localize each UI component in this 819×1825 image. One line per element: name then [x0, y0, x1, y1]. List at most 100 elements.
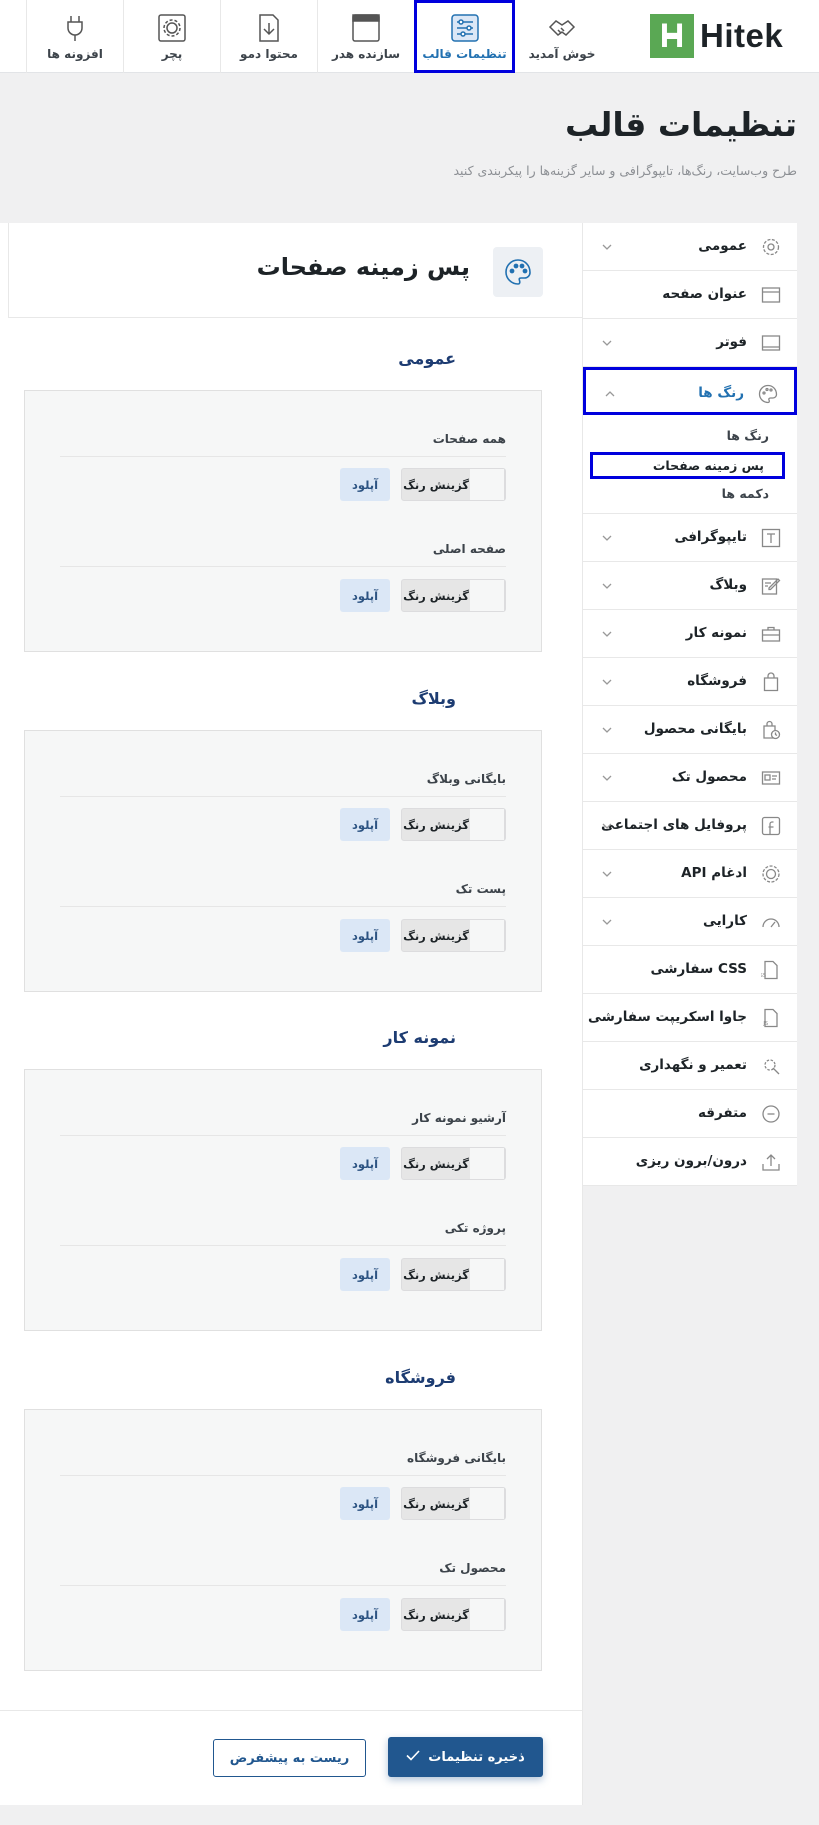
tab-welcome[interactable]: خوش آمدید	[513, 0, 610, 73]
header-window-icon	[351, 13, 381, 43]
sidebar-item-colors[interactable]: رنگ ها	[583, 367, 797, 415]
color-picker-button[interactable]: گزینش رنگ	[401, 1487, 506, 1520]
chevron-down-icon	[599, 674, 615, 690]
chevron-down-icon	[599, 239, 615, 255]
chevron-down-icon	[599, 914, 615, 930]
sidebar-item-social-profiles[interactable]: پروفایل های اجتماعی	[583, 802, 797, 850]
panel-title: پس زمینه صفحات	[256, 253, 470, 281]
color-picker-button[interactable]: گزینش رنگ	[401, 1598, 506, 1631]
field-label: پروژه تکی	[444, 1221, 506, 1235]
sidebar-item-shop[interactable]: فروشگاه	[583, 658, 797, 706]
sidebar-item-label: رنگ ها	[698, 385, 744, 401]
color-picker-label: گزینش رنگ	[403, 1267, 469, 1282]
color-picker-button[interactable]: گزینش رنگ	[401, 919, 506, 952]
sidebar-item-import-export[interactable]: درون/برون ریزی	[583, 1138, 797, 1186]
sidebar-item-misc[interactable]: متفرقه	[583, 1090, 797, 1138]
sidebar-item-single-product[interactable]: محصول تک	[583, 754, 797, 802]
chevron-down-icon	[599, 578, 615, 594]
title-bar-icon	[761, 285, 781, 305]
svg-text:JS: JS	[762, 1021, 768, 1027]
sidebar-item-typography[interactable]: تایپوگرافی	[583, 514, 797, 562]
logo-text: Hitek	[700, 17, 784, 54]
colors-submenu: رنگ ها پس زمینه صفحات دکمه ها	[583, 415, 797, 514]
sidebar-item-label: تایپوگرافی	[674, 529, 747, 545]
css-file-icon: CSS	[761, 960, 781, 980]
section-box-general: همه صفحات گزینش رنگ آپلود صفحه اصلی گزین…	[24, 390, 542, 652]
sidebar-item-label: عمومی	[698, 238, 747, 254]
sidebar-item-maintenance[interactable]: تعمیر و نگهداری	[583, 1042, 797, 1090]
sidebar-item-custom-css[interactable]: CSS CSS سفارشی	[583, 946, 797, 994]
upload-button[interactable]: آپلود	[340, 808, 390, 841]
sidebar-item-label: درون/برون ریزی	[635, 1153, 747, 1169]
chevron-down-icon	[599, 335, 615, 351]
submenu-item-page-background[interactable]: پس زمینه صفحات	[589, 452, 785, 479]
tab-label: محتوا دمو	[240, 46, 298, 61]
chevron-down-icon	[599, 866, 615, 882]
color-swatch[interactable]	[470, 1599, 505, 1630]
upload-button[interactable]: آپلود	[340, 1598, 390, 1631]
upload-button[interactable]: آپلود	[340, 1258, 390, 1291]
sidebar-item-product-archive[interactable]: بایگانی محصول	[583, 706, 797, 754]
sidebar-item-label: فروشگاه	[687, 673, 747, 689]
field-divider	[60, 906, 506, 907]
color-picker-button[interactable]: گزینش رنگ	[401, 1147, 506, 1180]
color-swatch[interactable]	[470, 1148, 505, 1179]
sidebar-item-label: عنوان صفحه	[662, 286, 747, 302]
submenu-item-buttons[interactable]: دکمه ها	[722, 486, 769, 501]
submenu-item-colors[interactable]: رنگ ها	[727, 428, 769, 443]
color-picker-button[interactable]: گزینش رنگ	[401, 1258, 506, 1291]
color-picker-button[interactable]: گزینش رنگ	[401, 808, 506, 841]
svg-text:CSS: CSS	[761, 973, 766, 979]
color-picker-button[interactable]: گزینش رنگ	[401, 468, 506, 501]
save-settings-button[interactable]: ذخیره تنظیمات	[388, 1737, 543, 1777]
settings-sliders-icon	[450, 13, 480, 43]
more-circle-icon	[761, 1104, 781, 1124]
sidebar-item-portfolio[interactable]: نمونه کار	[583, 610, 797, 658]
gear-patch-icon	[157, 13, 187, 43]
field-label: آرشیو نمونه کار	[412, 1111, 506, 1125]
tab-demo-content[interactable]: محتوا دمو	[220, 0, 317, 73]
color-picker-button[interactable]: گزینش رنگ	[401, 579, 506, 612]
sidebar-item-api-integration[interactable]: ادغام API	[583, 850, 797, 898]
color-swatch[interactable]	[470, 1488, 505, 1519]
upload-button[interactable]: آپلود	[340, 579, 390, 612]
upload-button[interactable]: آپلود	[340, 1147, 390, 1180]
reset-to-default-button[interactable]: ریست به پیشفرض	[213, 1739, 366, 1777]
sidebar-item-blog[interactable]: وبلاگ	[583, 562, 797, 610]
hitek-logo[interactable]: H Hitek	[650, 14, 783, 58]
upload-button[interactable]: آپلود	[340, 1487, 390, 1520]
upload-button[interactable]: آپلود	[340, 919, 390, 952]
sidebar-item-label: فوتر	[716, 334, 747, 350]
tab-patcher[interactable]: پچر	[123, 0, 220, 73]
sidebar-item-footer[interactable]: فوتر	[583, 319, 797, 367]
tab-plugins[interactable]: افزونه ها	[26, 0, 123, 73]
speedometer-icon	[761, 912, 781, 932]
sidebar-item-label: جاوا اسکریپت سفارشی	[587, 1009, 747, 1025]
section-title-portfolio: نمونه کار	[383, 1028, 456, 1047]
section-box-blog: بایگانی وبلاگ گزینش رنگ آپلود پست تک گزی…	[24, 730, 542, 992]
color-swatch[interactable]	[470, 920, 505, 951]
palette-icon	[493, 247, 543, 297]
upload-icon	[761, 1152, 781, 1172]
settings-sidebar: عمومی عنوان صفحه فوتر رنگ ها رنگ ها پس ز…	[583, 223, 797, 1186]
field-label: صفحه اصلی	[432, 542, 506, 556]
palette-icon	[758, 384, 778, 404]
tab-theme-settings[interactable]: تنظیمات قالب	[414, 0, 515, 73]
sidebar-item-label: ادغام API	[681, 865, 747, 881]
field-label: بایگانی فروشگاه	[407, 1451, 506, 1465]
upload-button[interactable]: آپلود	[340, 468, 390, 501]
sidebar-item-label: وبلاگ	[709, 577, 747, 593]
color-swatch[interactable]	[470, 580, 505, 611]
tab-label: خوش آمدید	[528, 46, 596, 61]
page-title: تنظیمات قالب	[565, 105, 797, 144]
sidebar-item-page-title[interactable]: عنوان صفحه	[583, 271, 797, 319]
handshake-icon	[547, 13, 577, 43]
sidebar-item-custom-js[interactable]: JS جاوا اسکریپت سفارشی	[583, 994, 797, 1042]
color-swatch[interactable]	[470, 469, 505, 500]
sidebar-item-general[interactable]: عمومی	[583, 223, 797, 271]
tab-header-builder[interactable]: سازنده هدر	[317, 0, 414, 73]
color-swatch[interactable]	[470, 809, 505, 840]
sidebar-item-performance[interactable]: کارایی	[583, 898, 797, 946]
tab-label: سازنده هدر	[331, 46, 401, 61]
color-swatch[interactable]	[470, 1259, 505, 1290]
